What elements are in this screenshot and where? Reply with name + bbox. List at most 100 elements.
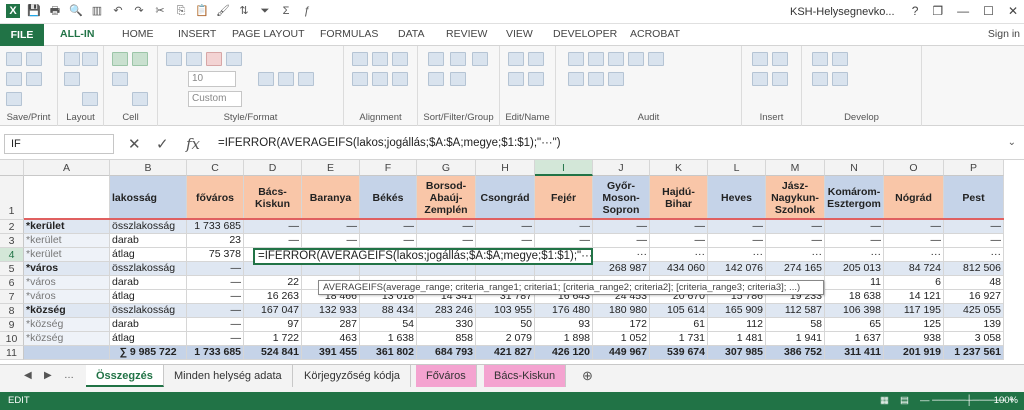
cell-value[interactable]: 1 052 [593,332,650,346]
minimize-icon[interactable]: — [957,4,969,18]
cell-value[interactable]: 167 047 [244,304,302,318]
cell-value[interactable]: 684 793 [417,346,476,360]
cell-value[interactable]: 361 802 [360,346,417,360]
align-bottom-icon[interactable] [392,72,408,86]
cell-value[interactable]: — [535,220,593,234]
cell-value[interactable]: 1 237 561 [944,346,1004,360]
cell-value[interactable]: 112 [708,318,766,332]
insert-chart-icon[interactable] [752,52,768,66]
cell-metric[interactable]: darab [110,276,187,290]
align-center-icon[interactable] [372,52,388,66]
next-sheet-icon[interactable]: ▶ [44,370,52,381]
cell-metric[interactable]: átlag [110,332,187,346]
preview-icon[interactable] [26,72,42,86]
filter-icon[interactable] [450,52,466,66]
cell-value[interactable]: — [302,220,360,234]
align-top-icon[interactable] [352,72,368,86]
row-header[interactable]: 5 [0,262,24,276]
cell-value[interactable]: 283 246 [417,304,476,318]
style-icon[interactable] [166,52,182,66]
currency-icon[interactable] [258,72,274,86]
freeze-icon[interactable] [82,92,98,106]
cell-value[interactable]: 103 955 [476,304,535,318]
insert-image-icon[interactable] [772,52,788,66]
cell-value[interactable]: 425 055 [944,304,1004,318]
sum-icon[interactable]: Σ [279,4,293,18]
more-sheets-icon[interactable]: … [64,370,74,381]
cell-value[interactable]: 142 076 [708,262,766,276]
paste-icon[interactable]: 📋 [195,4,209,18]
expand-formula-icon[interactable]: ⌄ [1008,137,1016,148]
column-header-N[interactable]: N [825,160,884,176]
cell-metric[interactable]: darab [110,318,187,332]
insert-cell-icon[interactable] [132,52,148,66]
help-icon[interactable]: ? [912,4,919,18]
header-cell[interactable]: Bács-Kiskun [244,176,302,220]
remove-arrows-icon[interactable] [608,52,624,66]
cell-value[interactable]: 524 841 [244,346,302,360]
cell-value[interactable]: 105 614 [650,304,708,318]
record-icon[interactable] [832,72,848,86]
close-icon[interactable]: ✕ [1008,4,1018,18]
column-header-E[interactable]: E [302,160,360,176]
cell-value[interactable]: — [417,234,476,248]
cell-value[interactable]: 97 [244,318,302,332]
cell-value[interactable]: 1 941 [766,332,825,346]
cell-value[interactable]: 172 [593,318,650,332]
cell-value[interactable]: 112 587 [766,304,825,318]
cell-value[interactable]: 106 398 [825,304,884,318]
tab-home[interactable]: HOME [122,28,154,40]
cell-value[interactable]: 61 [650,318,708,332]
row-header[interactable]: 6 [0,276,24,290]
name-box[interactable]: IF [4,134,114,154]
header-cell[interactable]: lakosság [110,176,187,220]
header-cell[interactable]: Nógrád [884,176,944,220]
sort-desc-icon[interactable] [450,72,466,86]
cell-value[interactable]: 1 731 [650,332,708,346]
formula-input[interactable]: =IFERROR(AVERAGEIFS(lakos;jogállás;$A:$A… [218,137,561,149]
cell-value[interactable]: 54 [360,318,417,332]
cell-type[interactable]: *kerület [24,248,110,262]
ribbon-display-icon[interactable]: ❐ [932,4,943,18]
column-header-F[interactable]: F [360,160,417,176]
gridlines-icon[interactable] [82,52,98,66]
row-header[interactable]: 9 [0,318,24,332]
cell-fovaros[interactable]: — [187,318,244,332]
column-header-J[interactable]: J [593,160,650,176]
cell-value[interactable]: 1 722 [244,332,302,346]
cell-value[interactable]: — [593,220,650,234]
cell-value[interactable]: — [593,234,650,248]
cell-value[interactable]: — [417,220,476,234]
tab-all-in[interactable]: ALL-IN [60,28,94,40]
row-header[interactable]: 10 [0,332,24,346]
cell-value[interactable]: 14 121 [884,290,944,304]
cell-metric[interactable]: összlakosság [110,304,187,318]
cell-value[interactable]: 48 [944,276,1004,290]
cell-value[interactable]: 938 [884,332,944,346]
percent-icon[interactable] [278,72,294,86]
cell-value[interactable]: 386 752 [766,346,825,360]
cell-value[interactable]: — [244,220,302,234]
sign-in-link[interactable]: Sign in [988,28,1020,40]
cell-value[interactable]: 434 060 [650,262,708,276]
header-cell[interactable]: Győr-Moson-Sopron [593,176,650,220]
tab-data[interactable]: DATA [398,28,424,40]
header-cell[interactable]: Baranya [302,176,360,220]
cell-value[interactable]: 1 481 [708,332,766,346]
cell-value[interactable]: 117 195 [884,304,944,318]
sheet-tab-osszegzes[interactable]: Összegzés [86,365,164,387]
column-header-C[interactable]: C [187,160,244,176]
cell-value[interactable]: 16 927 [944,290,1004,304]
fill-color-icon[interactable] [226,52,242,66]
header-cell[interactable]: Komárom-Esztergom [825,176,884,220]
redo-icon[interactable]: ↷ [132,4,146,18]
insert-link-icon[interactable] [772,72,788,86]
cell-value[interactable]: 58 [766,318,825,332]
vba-icon[interactable] [832,52,848,66]
header-cell[interactable]: főváros [187,176,244,220]
cell-value[interactable]: — [825,234,884,248]
number-format-box[interactable]: Custom [188,91,242,107]
column-header-H[interactable]: H [476,160,535,176]
cell-value[interactable]: 1 637 [825,332,884,346]
zoom-icon[interactable] [64,72,80,86]
